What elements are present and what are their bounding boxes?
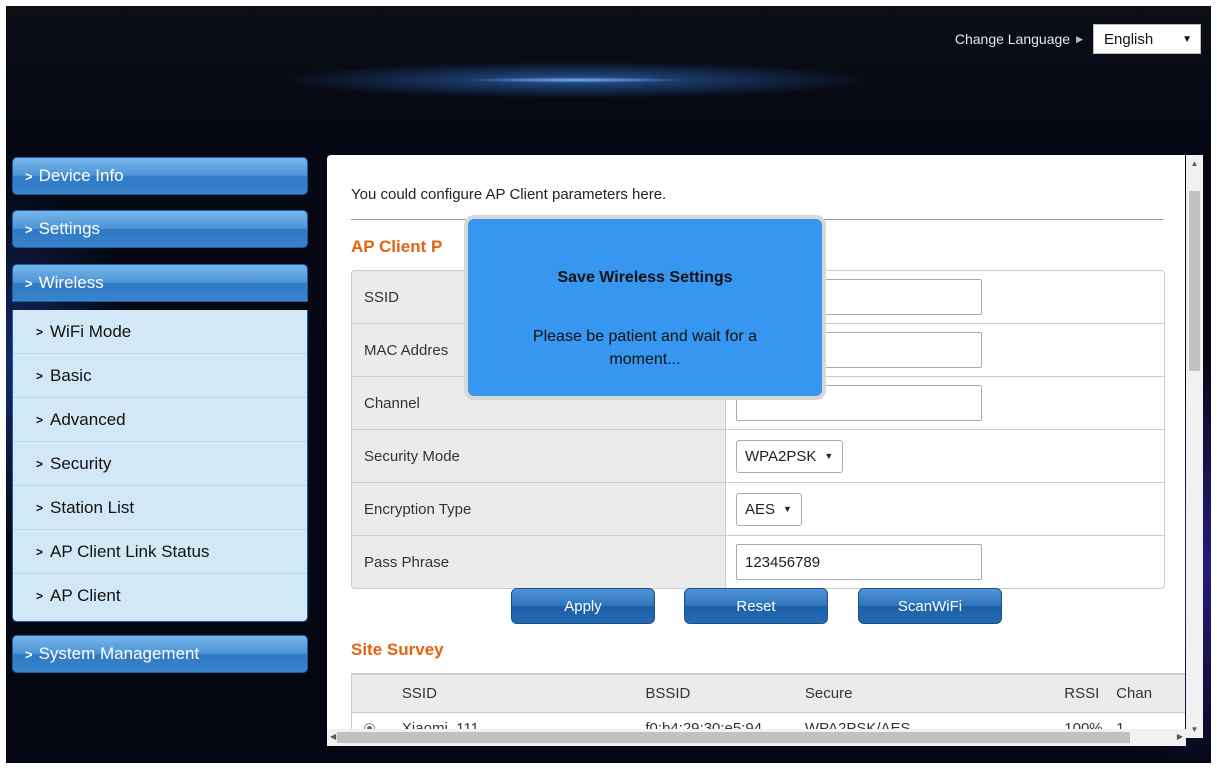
encryption-type-value: AES [745,500,776,518]
submenu-item-label: Advanced [50,409,126,429]
chevron-right-icon: > [36,456,44,471]
chevron-right-icon: > [36,544,44,559]
table-header: SSID BSSID Secure RSSI Chan [351,674,1185,713]
sidebar-item-device-info[interactable]: > Device Info [12,157,308,195]
chevron-right-icon: > [36,412,44,427]
sidebar-item-label: Wireless [38,273,104,292]
language-switcher: Change Language ▶ English ▼ [955,24,1201,54]
submenu-item-label: AP Client Link Status [50,541,210,561]
column-header-rssi: RSSI [1064,685,1100,702]
encryption-type-label: Encryption Type [352,483,726,535]
submenu-item-security[interactable]: > Security [13,442,307,486]
reset-button[interactable]: Reset [684,588,828,624]
apply-button[interactable]: Apply [511,588,655,624]
vertical-scroll-thumb[interactable] [1189,191,1200,371]
pass-phrase-label: Pass Phrase [352,536,726,588]
wireless-submenu: > WiFi Mode > Basic > Advanced > Security > S… [12,310,308,622]
chevron-right-icon: > [36,368,44,383]
scan-wifi-button[interactable]: ScanWiFi [858,588,1002,624]
sidebar-item-settings[interactable]: > Settings [12,210,308,248]
submenu-item-advanced[interactable]: > Advanced [13,398,307,442]
submenu-item-label: Basic [50,365,92,385]
scroll-right-icon[interactable]: ▶ [1177,732,1183,741]
sidebar-item-system-management[interactable]: > System Management [12,635,308,673]
horizontal-scroll-thumb[interactable] [337,732,1130,743]
scroll-up-icon[interactable]: ▲ [1186,159,1203,168]
chevron-right-icon: > [36,500,44,515]
form-row-encryption: Encryption Type AES ▼ [352,483,1164,536]
submenu-item-label: AP Client [50,585,121,605]
scroll-down-icon[interactable]: ▼ [1186,725,1203,734]
vertical-scrollbar[interactable]: ▲ ▼ [1186,155,1203,738]
chevron-down-icon: ▼ [824,451,834,461]
column-header-ssid: SSID [401,685,437,702]
security-mode-label: Security Mode [352,430,726,482]
intro-text: You could configure AP Client parameters… [351,186,667,203]
column-header-secure: Secure [804,685,853,702]
section-title-ap-client: AP Client P [351,237,443,256]
submenu-item-label: Security [50,453,112,473]
chevron-right-icon: > [36,324,44,339]
sidebar-item-label: Settings [38,219,101,238]
sidebar-item-wireless[interactable]: > Wireless [12,264,308,302]
form-row-security-mode: Security Mode WPA2PSK ▼ [352,430,1164,483]
change-language-label: Change Language [954,31,1071,47]
pass-phrase-input[interactable]: 123456789 [736,544,982,580]
language-select[interactable]: English ▼ [1093,24,1201,54]
chevron-right-icon: > [25,221,33,237]
chevron-down-icon: ▼ [1182,33,1192,45]
security-mode-select[interactable]: WPA2PSK ▼ [736,439,844,473]
language-select-value: English [1104,30,1154,48]
column-header-bssid: BSSID [645,685,691,702]
security-mode-value: WPA2PSK [745,447,817,465]
save-settings-dialog: Save Wireless Settings Please be patient… [464,215,826,400]
submenu-item-station-list[interactable]: > Station List [13,486,307,530]
section-title-site-survey: Site Survey [351,640,444,659]
chevron-down-icon: ▼ [783,504,792,514]
submenu-item-ap-client[interactable]: > AP Client [13,574,307,617]
arrow-right-icon: ▶ [1076,33,1083,44]
submenu-item-basic[interactable]: > Basic [13,354,307,398]
submenu-item-ap-client-link-status[interactable]: > AP Client Link Status [13,530,307,574]
dialog-title: Save Wireless Settings [557,269,733,286]
chevron-right-icon: > [25,646,33,662]
submenu-item-label: WiFi Mode [50,321,132,341]
sidebar-item-label: System Management [38,644,200,663]
encryption-type-select[interactable]: AES ▼ [736,492,802,526]
scroll-left-icon[interactable]: ◀ [330,732,336,741]
dialog-message: Please be patient and wait for a moment.… [532,328,758,368]
chevron-right-icon: > [36,588,44,603]
chevron-right-icon: > [25,275,33,291]
chevron-right-icon: > [25,168,33,184]
submenu-item-wifi-mode[interactable]: > WiFi Mode [13,310,307,354]
form-row-pass-phrase: Pass Phrase 123456789 [352,536,1164,588]
horizontal-scrollbar[interactable]: ◀ ▶ [327,729,1186,746]
column-header-channel: Chan [1116,685,1153,702]
sidebar-item-label: Device Info [38,166,124,185]
submenu-item-label: Station List [50,497,135,517]
